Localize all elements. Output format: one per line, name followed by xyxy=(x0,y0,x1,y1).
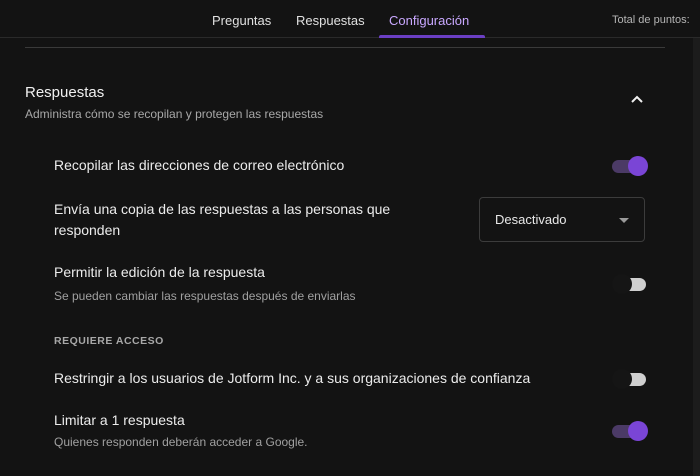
collect-email-toggle[interactable] xyxy=(612,156,648,176)
limit-one-label: Limitar a 1 respuesta xyxy=(54,412,185,428)
tab-respuestas[interactable]: Respuestas xyxy=(296,13,365,28)
limit-one-sub: Quienes responden deberán acceder a Goog… xyxy=(54,435,308,449)
tab-preguntas[interactable]: Preguntas xyxy=(212,13,271,28)
allow-edit-label: Permitir la edición de la respuesta xyxy=(54,264,265,280)
restrict-label: Restringir a los usuarios de Jotform Inc… xyxy=(54,370,531,386)
allow-edit-toggle[interactable] xyxy=(612,274,648,294)
section-title: Respuestas xyxy=(25,84,105,101)
requires-access-heading: REQUIERE ACCESO xyxy=(54,335,164,347)
send-copy-label: Envía una copia de las respuestas a las … xyxy=(54,199,390,241)
active-tab-indicator xyxy=(379,35,485,38)
collect-email-label: Recopilar las direcciones de correo elec… xyxy=(54,157,345,173)
tab-configuracion[interactable]: Configuración xyxy=(389,13,469,28)
limit-one-toggle[interactable] xyxy=(612,421,648,441)
restrict-toggle[interactable] xyxy=(612,369,648,389)
send-copy-select[interactable]: Desactivado xyxy=(479,197,645,242)
total-points-label: Total de puntos: xyxy=(612,14,690,26)
allow-edit-sub: Se pueden cambiar las respuestas después… xyxy=(54,289,356,303)
chevron-up-icon[interactable] xyxy=(630,92,644,106)
section-subtitle: Administra cómo se recopilan y protegen … xyxy=(25,107,324,121)
dropdown-caret-icon xyxy=(619,218,629,223)
send-copy-label-line2: responden xyxy=(54,222,121,238)
top-bar: Preguntas Respuestas Configuración Total… xyxy=(0,0,700,38)
send-copy-value: Desactivado xyxy=(495,212,567,227)
divider xyxy=(25,47,665,48)
send-copy-label-line1: Envía una copia de las respuestas a las … xyxy=(54,201,391,217)
scrollbar[interactable] xyxy=(693,38,700,476)
